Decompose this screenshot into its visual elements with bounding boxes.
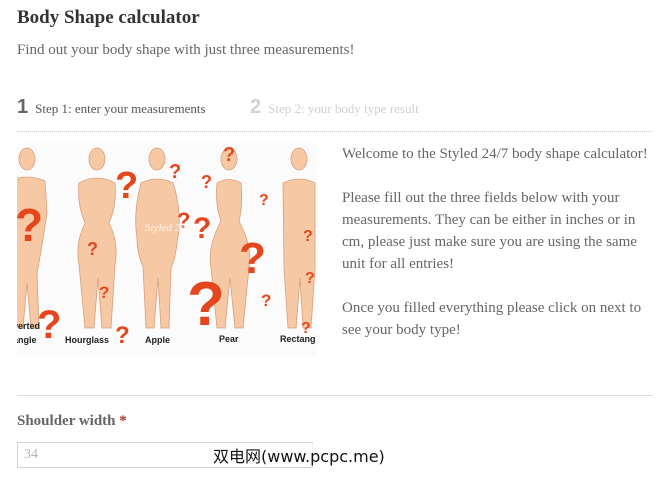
illus-label-hourglass: Hourglass	[65, 335, 109, 345]
illus-label-rectangle: Rectang	[280, 334, 316, 344]
step-1: 1 Step 1: enter your measurements	[17, 96, 206, 119]
intro-paragraph-3: Once you filled everything please click …	[342, 300, 642, 338]
step-1-label: Step 1: enter your measurements	[35, 101, 206, 116]
required-marker: *	[119, 413, 127, 429]
step-2: 2 Step 2: your body type result	[250, 96, 419, 119]
svg-text:?: ?	[17, 199, 43, 251]
svg-text:?: ?	[187, 270, 225, 339]
step-2-number: 2	[250, 96, 262, 118]
svg-text:?: ?	[303, 228, 313, 245]
svg-text:?: ?	[305, 270, 315, 287]
shoulder-width-label-text: Shoulder width	[17, 413, 116, 429]
svg-text:?: ?	[201, 172, 212, 192]
form-divider	[17, 395, 653, 396]
svg-text:?: ?	[239, 234, 266, 283]
intro-paragraph-1: Welcome to the Styled 24/7 body shape ca…	[342, 146, 648, 162]
illus-label-apple: Apple	[145, 335, 170, 345]
intro-paragraph-2: Please fill out the three fields below w…	[342, 190, 637, 272]
shoulder-width-label: Shoulder width *	[17, 413, 127, 430]
svg-text:?: ?	[115, 322, 130, 349]
svg-text:?: ?	[115, 165, 138, 207]
illus-label-triangle: angle	[17, 335, 37, 345]
page-title: Body Shape calculator	[17, 7, 200, 28]
page-subtitle: Find out your body shape with just three…	[17, 42, 355, 58]
step-2-label: Step 2: your body type result	[268, 101, 419, 116]
svg-text:?: ?	[223, 144, 235, 166]
image-watermark: Styled 24/7	[145, 222, 195, 234]
svg-text:?: ?	[169, 161, 181, 183]
body-shapes-illustration: ? ? ? ? ? ? ? ? ? ? ? ? ? ? ? ? ? ? vert…	[17, 143, 317, 356]
svg-text:?: ?	[87, 239, 98, 259]
svg-text:?: ?	[261, 291, 271, 310]
site-watermark: 双电网(www.pcpc.me)	[211, 443, 387, 467]
step-1-number: 1	[17, 96, 29, 118]
svg-text:?: ?	[37, 303, 61, 347]
intro-text: Welcome to the Styled 24/7 body shape ca…	[342, 143, 652, 363]
illus-label-pear: Pear	[219, 334, 239, 344]
body-shapes-image: ? ? ? ? ? ? ? ? ? ? ? ? ? ? ? ? ? ? vert…	[17, 144, 316, 349]
steps-bar: 1 Step 1: enter your measurements 2 Step…	[17, 96, 653, 132]
svg-text:?: ?	[259, 192, 269, 209]
svg-text:?: ?	[193, 212, 211, 245]
svg-text:?: ?	[99, 283, 109, 302]
illus-label-inverted: verted	[17, 321, 40, 331]
